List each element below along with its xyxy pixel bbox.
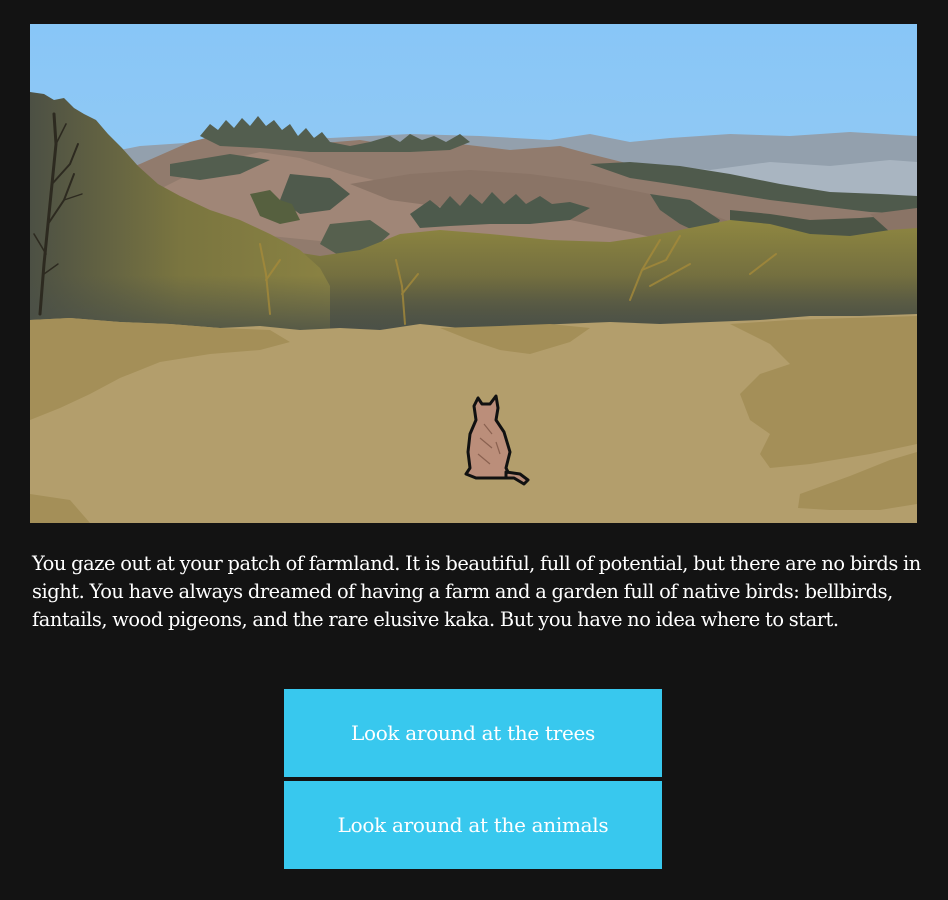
choice-list: Look around at the trees Look around at … [284,689,662,873]
story-text: You gaze out at your patch of farmland. … [32,552,921,631]
look-at-animals-button[interactable]: Look around at the animals [284,781,662,869]
look-at-trees-button[interactable]: Look around at the trees [284,689,662,777]
farmland-scene-illustration [30,24,917,523]
game-page: You gaze out at your patch of farmland. … [0,0,948,900]
